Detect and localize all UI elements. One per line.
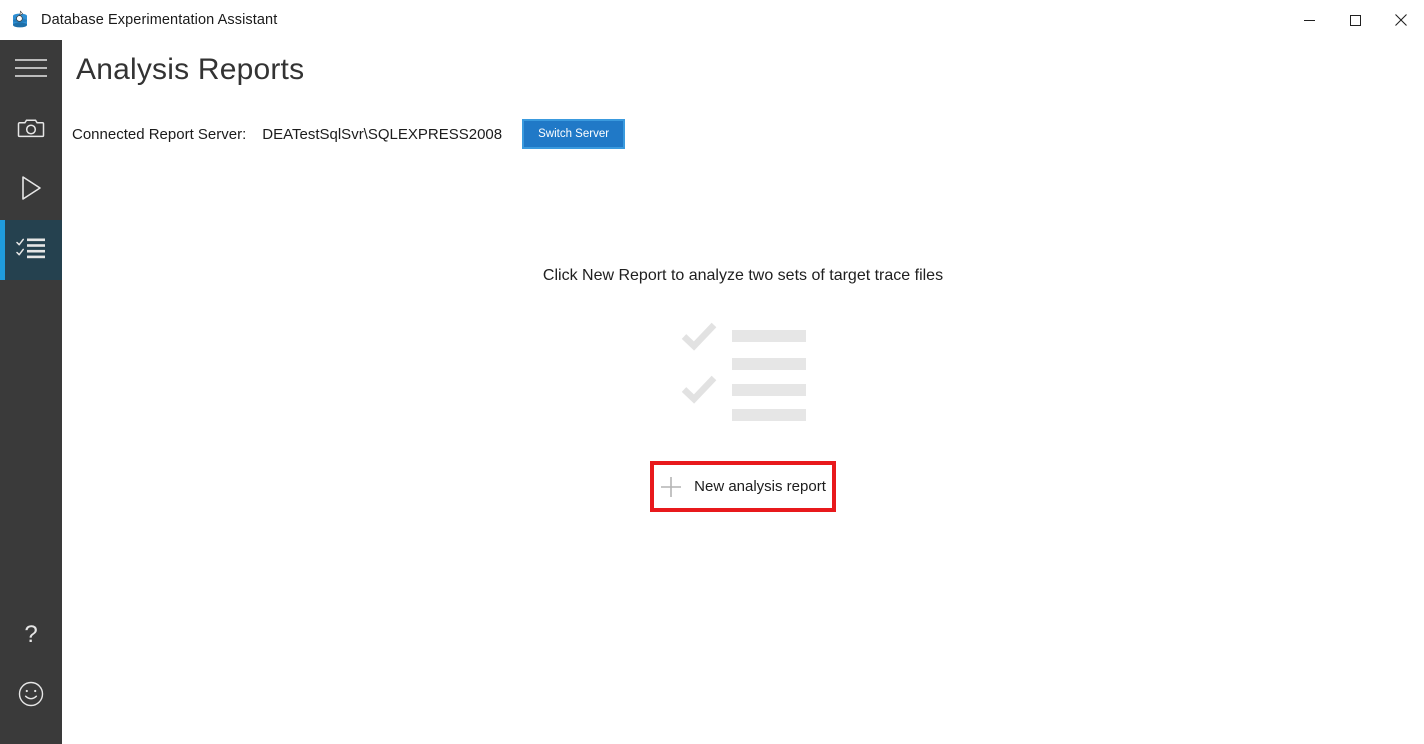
maximize-button[interactable] xyxy=(1332,0,1378,40)
new-analysis-report-button[interactable]: New analysis report xyxy=(654,465,832,508)
minimize-icon xyxy=(1303,19,1315,21)
window-titlebar: Database Experimentation Assistant xyxy=(0,0,1424,40)
placeholder-bar xyxy=(732,358,806,370)
maximize-icon xyxy=(1349,14,1361,26)
svg-text:?: ? xyxy=(24,621,37,648)
close-button[interactable] xyxy=(1378,0,1424,40)
page-title: Analysis Reports xyxy=(76,53,305,86)
sidebar-item-help[interactable]: ? xyxy=(0,606,62,666)
sidebar-item-feedback[interactable] xyxy=(0,666,62,726)
checkmark-icon xyxy=(681,375,717,410)
sidebar-item-menu[interactable] xyxy=(0,40,62,100)
placeholder-bar xyxy=(732,384,806,396)
connected-server-value: DEATestSqlSvr\SQLEXPRESS2008 xyxy=(262,125,503,143)
window-title: Database Experimentation Assistant xyxy=(41,11,278,28)
sidebar-item-replay[interactable] xyxy=(0,160,62,220)
new-analysis-report-label: New analysis report xyxy=(694,478,826,495)
minimize-button[interactable] xyxy=(1286,0,1332,40)
checklist-placeholder-illustration xyxy=(681,321,806,421)
window-controls xyxy=(1286,0,1424,40)
sidebar-nav: ? xyxy=(0,40,62,744)
sidebar-item-capture[interactable] xyxy=(0,100,62,160)
close-icon xyxy=(1395,14,1407,26)
play-icon xyxy=(19,175,43,206)
question-mark-icon: ? xyxy=(19,620,43,653)
new-analysis-report-highlight: New analysis report xyxy=(650,461,836,512)
camera-icon xyxy=(17,116,45,145)
sidebar-item-analysis-reports[interactable] xyxy=(0,220,62,280)
database-app-icon xyxy=(9,9,31,31)
checklist-icon xyxy=(16,236,46,265)
checkmark-icon xyxy=(681,322,717,357)
hamburger-menu-icon xyxy=(14,57,48,84)
placeholder-bar xyxy=(732,330,806,342)
main-content: Analysis Reports Connected Report Server… xyxy=(62,40,1424,744)
switch-server-button[interactable]: Switch Server xyxy=(522,119,626,149)
connected-server-label: Connected Report Server: xyxy=(72,125,247,143)
plus-icon xyxy=(660,476,682,498)
placeholder-bar xyxy=(732,409,806,421)
connected-server-row: Connected Report Server: DEATestSqlSvr\S… xyxy=(72,118,626,150)
empty-state-message: Click New Report to analyze two sets of … xyxy=(542,267,944,284)
smiley-face-icon xyxy=(17,680,45,713)
